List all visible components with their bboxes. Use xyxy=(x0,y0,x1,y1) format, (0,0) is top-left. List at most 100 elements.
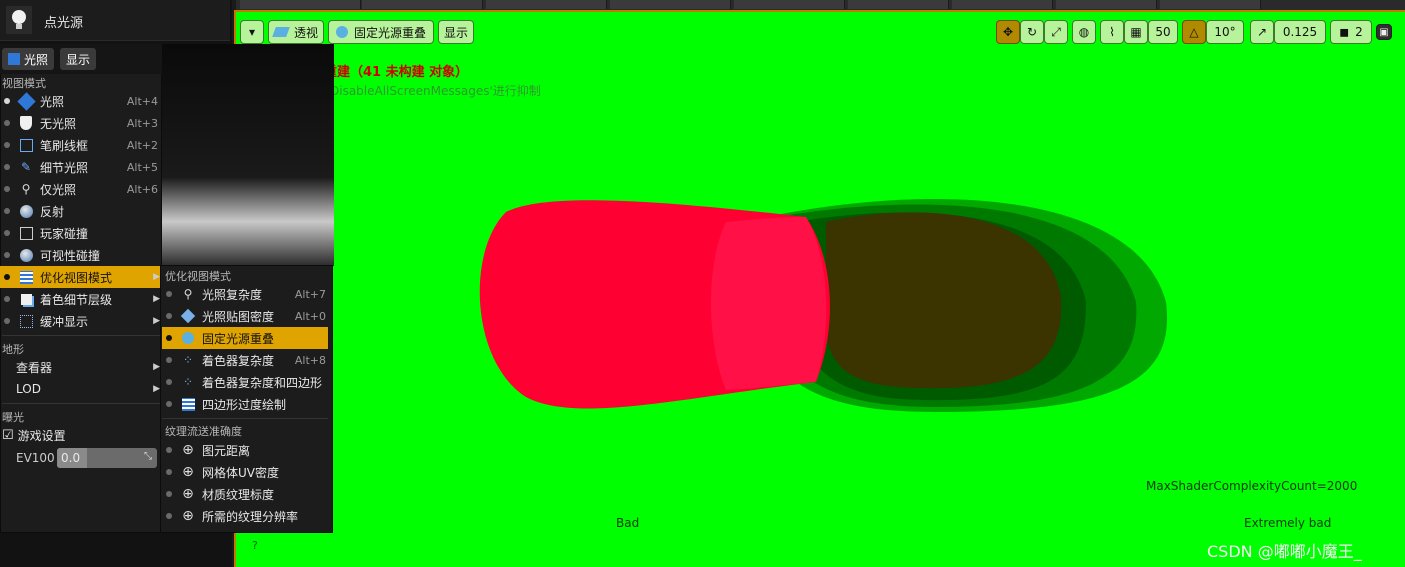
help-icon[interactable]: ? xyxy=(252,539,258,552)
submenu-item-label: 四边形过度绘制 xyxy=(202,397,287,412)
submenu-item-mesh-uv-density[interactable]: ⊕ 网格体UV密度 xyxy=(162,461,330,483)
grid-snap-button[interactable]: ▦ xyxy=(1124,20,1148,44)
submenu-item-required-texture-resolution[interactable]: ⊕ 所需的纹理分辨率 xyxy=(162,505,330,527)
submenu-item-lightmap-density[interactable]: 光照贴图密度 Alt+0 xyxy=(162,305,330,327)
unlit-shield-icon xyxy=(18,115,34,131)
submenu-item-shader-complexity-quads[interactable]: ⁘ 着色器复杂度和四边形 xyxy=(162,371,330,393)
crosshair-icon: ⊕ xyxy=(182,464,194,480)
quad-overdraw-icon xyxy=(180,396,196,412)
menu-item-landscape-viewer[interactable]: 查看器 ▶ xyxy=(0,356,162,378)
menu-item-shading-lod[interactable]: 着色细节层级 ▶ xyxy=(0,288,162,310)
rotate-tool-button[interactable]: ↻ xyxy=(1020,20,1044,44)
shortcut-label: Alt+3 xyxy=(126,116,158,130)
scale-size-label: 0.125 xyxy=(1282,25,1318,39)
show-button[interactable]: 显示 xyxy=(438,20,474,44)
menu-item-visibility-collision[interactable]: 可视性碰撞 xyxy=(0,244,162,266)
perspective-button[interactable]: 透视 xyxy=(268,20,324,44)
strip-cell xyxy=(486,0,607,9)
submenu-item-quad-overdraw[interactable]: 四边形过度绘制 xyxy=(162,393,330,415)
menu-item-label: 可视性碰撞 xyxy=(40,248,101,263)
camera-speed-button[interactable]: ◼ 2 xyxy=(1330,20,1372,44)
menu-item-label: 缓冲显示 xyxy=(40,314,89,329)
strip-cell xyxy=(240,0,361,9)
submenu-item-shader-complexity[interactable]: ⁘ 着色器复杂度 Alt+8 xyxy=(162,349,330,371)
stationary-light-icon xyxy=(335,26,348,38)
menu-item-lit[interactable]: 光照 Alt+4 xyxy=(0,90,162,112)
submenu-item-label: 着色器复杂度和四边形 xyxy=(202,375,323,390)
menu-item-label: 着色细节层级 xyxy=(40,292,113,307)
radio-dot xyxy=(4,164,10,170)
submenu-item-material-texture-scale[interactable]: ⊕ 材质纹理标度 xyxy=(162,483,330,505)
viewport-options-button[interactable]: ▾ xyxy=(240,20,264,44)
rotation-snap-button[interactable]: △ xyxy=(1182,20,1206,44)
menu-item-label: 反射 xyxy=(40,204,65,219)
submenu-arrow-icon: ▶ xyxy=(153,384,160,394)
surface-snap-button[interactable]: ⌇ xyxy=(1100,20,1124,44)
menu-item-optimization-viewmodes[interactable]: 优化视图模式 ▶ xyxy=(0,266,162,288)
menu-item-label: LOD xyxy=(16,382,41,396)
grid-size-button[interactable]: 50 xyxy=(1148,20,1178,44)
world-local-button[interactable]: ◍ xyxy=(1072,20,1096,44)
radio-dot xyxy=(4,230,10,236)
texture-streaming-section: 纹理流送准确度 xyxy=(165,425,242,438)
submenu-item-light-complexity[interactable]: ⚲ 光照复杂度 Alt+7 xyxy=(162,283,330,305)
submenu-item-label: 着色器复杂度 xyxy=(202,353,275,368)
submenu-item-label: 材质纹理标度 xyxy=(202,487,275,502)
lit-button[interactable]: 光照 xyxy=(2,48,54,70)
legend-bad-label: Bad xyxy=(616,516,640,530)
menu-separator xyxy=(2,335,160,336)
submenu-item-label: 网格体UV密度 xyxy=(202,465,279,480)
radio-dot xyxy=(166,335,172,341)
strip-cell xyxy=(362,0,483,9)
menu-item-label: 无光照 xyxy=(40,116,77,131)
menu-item-player-collision[interactable]: 玩家碰撞 xyxy=(0,222,162,244)
translate-tool-button[interactable]: ✥ xyxy=(996,20,1020,44)
view-mode-section: 视图模式 xyxy=(2,77,46,90)
lit-label: 光照 xyxy=(23,52,48,67)
menu-item-reflections[interactable]: 反射 xyxy=(0,200,162,222)
shortcut-label: Alt+5 xyxy=(126,160,158,174)
radio-dot xyxy=(166,291,172,297)
resize-handle-icon[interactable]: ⤡ xyxy=(144,451,152,462)
detail-lighting-icon: ✎ xyxy=(20,160,32,174)
exposure-section: 曝光 xyxy=(2,411,24,424)
rotation-size-button[interactable]: 10° xyxy=(1206,20,1244,44)
menu-item-buffer-visualization[interactable]: 缓冲显示 ▶ xyxy=(0,310,162,332)
scale-snap-button[interactable]: ↗ xyxy=(1250,20,1274,44)
submenu-item-label: 所需的纹理分辨率 xyxy=(202,509,299,524)
scale-size-button[interactable]: 0.125 xyxy=(1274,20,1326,44)
menu-item-landscape-lod[interactable]: LOD ▶ xyxy=(0,378,162,400)
submenu-item-primitive-distance[interactable]: ⊕ 图元距离 xyxy=(162,439,330,461)
shader-complexity-icon: ⁘ xyxy=(182,353,194,367)
radio-dot xyxy=(166,357,172,363)
menu-item-lighting-only[interactable]: ⚲ 仅光照 Alt+6 xyxy=(0,178,162,200)
ev100-value: 0.0 xyxy=(61,451,81,465)
submenu-arrow-icon: ▶ xyxy=(153,294,160,304)
lightmap-density-icon xyxy=(180,308,196,324)
show-menu-button[interactable]: 显示 xyxy=(60,48,96,70)
scale-tool-button[interactable]: ⤢ xyxy=(1044,20,1068,44)
shortcut-label: Alt+7 xyxy=(294,287,326,301)
light-actor-label: 点光源 xyxy=(44,16,84,31)
perspective-icon xyxy=(272,27,290,37)
radio-dot xyxy=(166,513,172,519)
view-mode-button[interactable]: 固定光源重叠 xyxy=(328,20,434,44)
viewport[interactable]: ▾ 透视 固定光源重叠 显示 ✥ ↻ ⤢ ◍ ⌇ ▦ 50 △ 10° ↗ 0.… xyxy=(236,12,1405,567)
menu-item-wireframe[interactable]: 笔刷线框 Alt+2 xyxy=(0,134,162,156)
menu-item-detail-lighting[interactable]: ✎ 细节光照 Alt+5 xyxy=(0,156,162,178)
light-complexity-icon: ⚲ xyxy=(183,287,193,301)
maximize-icon: ▣ xyxy=(1379,26,1389,38)
menu-item-label: 仅光照 xyxy=(40,182,77,197)
game-settings-checkbox[interactable]: ☑ 游戏设置 xyxy=(0,424,162,446)
shortcut-label: Alt+6 xyxy=(126,182,158,196)
rotation-size-label: 10° xyxy=(1214,25,1236,39)
light-actor-item[interactable] xyxy=(0,0,230,41)
strip-cell xyxy=(952,0,1053,9)
submenu-item-stationary-light-overlap[interactable]: 固定光源重叠 xyxy=(162,327,328,349)
show-menu-label: 显示 xyxy=(65,52,90,67)
max-shader-text: MaxShaderComplexityCount=2000 xyxy=(1146,479,1358,493)
crosshair-icon: ⊕ xyxy=(182,508,194,524)
shading-lod-icon xyxy=(18,291,34,307)
menu-item-unlit[interactable]: 无光照 Alt+3 xyxy=(0,112,162,134)
maximize-viewport-button[interactable]: ▣ xyxy=(1376,24,1392,40)
